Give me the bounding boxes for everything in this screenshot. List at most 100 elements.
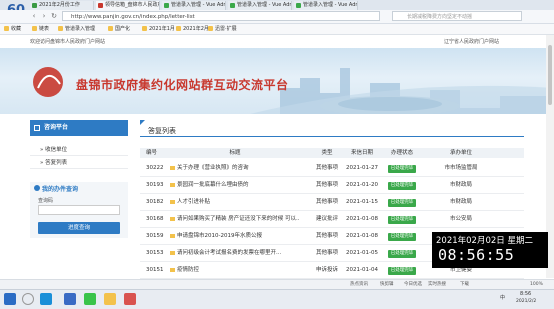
tab-label: 2021年2月份工作 bbox=[39, 2, 80, 8]
table-row[interactable]: 30193 景园润一批底幕什么埋由债的 其他事项 2021-01-20 已处理完毕 市财政… bbox=[140, 177, 524, 194]
browser-status-bar: 热点资讯 快剪辑 今日优选 实时热搜 下载 100% bbox=[0, 279, 554, 289]
tab-favicon-icon bbox=[98, 3, 103, 8]
row-type: 建议批评 bbox=[315, 216, 338, 222]
start-icon[interactable] bbox=[4, 293, 16, 305]
col-date: 来信日期 bbox=[350, 150, 373, 156]
row-title-link[interactable]: 人才引进补贴 bbox=[170, 194, 300, 210]
browser-icon[interactable] bbox=[124, 293, 136, 305]
col-type: 类型 bbox=[321, 150, 333, 156]
clock-overlay: 2021年02月02日 星期二 08:56:55 bbox=[432, 232, 548, 268]
browser-tab[interactable]: 管道录入管理 - Vue Admin bbox=[228, 1, 292, 10]
row-title-link[interactable]: 疫情防控 bbox=[170, 262, 300, 278]
mail-icon bbox=[170, 200, 175, 204]
row-title-link[interactable]: 景园润一批底幕什么埋由债的 bbox=[170, 177, 300, 193]
tab-favicon-icon bbox=[164, 3, 169, 8]
reply-list-title: 答复列表 bbox=[140, 120, 524, 137]
folder-icon bbox=[4, 26, 9, 31]
forward-icon[interactable]: › bbox=[40, 12, 48, 20]
row-type: 其他事项 bbox=[315, 250, 338, 256]
chat-icon bbox=[34, 125, 40, 131]
search-input[interactable]: 长期减税降费方向坚定不动摇 bbox=[392, 11, 522, 21]
tray-lang[interactable]: 中 bbox=[500, 294, 505, 301]
sidebar-item-replies[interactable]: » 答复列表 bbox=[30, 157, 128, 169]
folder-icon[interactable] bbox=[104, 293, 116, 305]
row-title-link[interactable]: 关于办理《营业执照》的咨询 bbox=[170, 160, 300, 176]
row-type: 其他事项 bbox=[315, 182, 338, 188]
search-icon[interactable] bbox=[22, 293, 34, 305]
status-item[interactable]: 今日优选 bbox=[404, 281, 422, 288]
status-item[interactable]: 热点资讯 bbox=[350, 281, 368, 288]
browser-tab[interactable]: 2021年2月份工作 bbox=[30, 1, 94, 10]
sidebar-item-recipients[interactable]: » 收信单位 bbox=[30, 144, 128, 156]
progress-query-button[interactable]: 进度查询 bbox=[38, 222, 120, 234]
row-status-badge: 已处理完毕 bbox=[384, 194, 420, 210]
table-row[interactable]: 30222 关于办理《营业执照》的咨询 其他事项 2021-01-27 已处理完毕 市市场… bbox=[140, 160, 524, 177]
col-unit: 承办单位 bbox=[449, 150, 472, 156]
bookmark-item[interactable]: 迅雷·扩展 bbox=[208, 25, 237, 33]
browser-tab[interactable]: 管道录入管理 - Vue Admin bbox=[162, 1, 226, 10]
status-item[interactable]: 下载 bbox=[460, 281, 469, 288]
row-status-badge: 已处理完毕 bbox=[384, 177, 420, 193]
url-input[interactable]: http://www.panjin.gov.cn/index.php/lette… bbox=[62, 11, 380, 21]
taskbar: 中 8:56 2021/2/2 bbox=[0, 289, 554, 309]
bookmark-item[interactable]: 链表 bbox=[32, 25, 49, 33]
table-row[interactable]: 30182 人才引进补贴 其他事项 2021-01-15 已处理完毕 市财政局 bbox=[140, 194, 524, 211]
bookmark-item[interactable]: 2021年2月 bbox=[176, 25, 209, 33]
row-title-link[interactable]: 请问初级会计考试报名费的发票在哪里开... bbox=[170, 245, 300, 261]
folder-icon bbox=[58, 26, 63, 31]
tab-favicon-icon bbox=[296, 3, 301, 8]
row-date: 2021-01-20 bbox=[346, 182, 378, 188]
row-date: 2021-01-08 bbox=[346, 233, 378, 239]
row-status-badge: 已处理完毕 bbox=[384, 262, 420, 278]
row-status-badge: 已处理完毕 bbox=[384, 245, 420, 261]
sidebar-header: 咨询平台 bbox=[30, 120, 128, 136]
clock-time: 08:56:55 bbox=[438, 246, 515, 264]
row-unit: 市公安局 bbox=[449, 216, 472, 222]
bookmark-item[interactable]: 收藏 bbox=[4, 25, 21, 33]
bookmark-item[interactable]: 管道录入管理 bbox=[58, 25, 95, 33]
mail-icon bbox=[170, 183, 175, 187]
status-item[interactable]: 100% bbox=[530, 281, 543, 288]
mail-icon bbox=[170, 234, 175, 238]
address-bar: ‹ › ↻ http://www.panjin.gov.cn/index.php… bbox=[0, 10, 554, 24]
wechat-icon[interactable] bbox=[84, 293, 96, 305]
folder-icon bbox=[176, 26, 181, 31]
back-icon[interactable]: ‹ bbox=[30, 12, 38, 20]
tab-label: 管道录入管理 - Vue Admin bbox=[303, 2, 357, 8]
row-date: 2021-01-05 bbox=[346, 250, 378, 256]
tray-time[interactable]: 8:56 bbox=[520, 291, 531, 297]
tab-label: 管道录入管理 - Vue Admin bbox=[237, 2, 291, 8]
site-banner: 盘锦市政府集约化网站群互动交流平台 bbox=[0, 48, 554, 114]
table-row[interactable]: 30168 请问如果购买了精装 房产证还没下来的时候 可以... 建议批评 2021-… bbox=[140, 211, 524, 228]
status-item[interactable]: 快剪辑 bbox=[380, 281, 394, 288]
query-code-input[interactable] bbox=[38, 205, 120, 215]
row-status-badge: 已处理完毕 bbox=[384, 160, 420, 176]
browser-tab[interactable]: 领导信箱_盘锦市人民政府 bbox=[96, 1, 160, 10]
browser-tab[interactable]: 管道录入管理 - Vue Admin bbox=[294, 1, 358, 10]
city-logo-icon bbox=[33, 67, 63, 97]
edge-icon[interactable] bbox=[40, 293, 52, 305]
mail-icon bbox=[170, 217, 175, 221]
banner-title: 盘锦市政府集约化网站群互动交流平台 bbox=[76, 78, 289, 92]
bookmark-item[interactable]: 2021年1月 bbox=[142, 25, 175, 33]
tray-date[interactable]: 2021/2/2 bbox=[516, 299, 536, 304]
row-type: 其他事项 bbox=[315, 233, 338, 239]
row-date: 2021-01-27 bbox=[346, 165, 378, 171]
scrollbar-thumb[interactable] bbox=[548, 45, 552, 105]
case-query-title: 我的办件查询 bbox=[34, 184, 78, 193]
folder-icon bbox=[208, 26, 213, 31]
refresh-icon[interactable]: ↻ bbox=[50, 12, 58, 20]
row-title-link[interactable]: 申请盘锦市2010-2019年水质公报 bbox=[170, 228, 300, 244]
province-link[interactable]: 辽宁省人民政府门户网站 bbox=[436, 38, 499, 45]
row-unit: 市财政局 bbox=[449, 199, 472, 205]
row-date: 2021-01-08 bbox=[346, 216, 378, 222]
status-item[interactable]: 实时热搜 bbox=[428, 281, 446, 288]
bookmark-item[interactable]: 国产化 bbox=[108, 25, 130, 33]
row-title-link[interactable]: 请问如果购买了精装 房产证还没下来的时候 可以... bbox=[170, 211, 300, 227]
folder-icon bbox=[32, 26, 37, 31]
table-header: 编号 标题 类型 来信日期 办理状态 承办单位 bbox=[140, 148, 524, 158]
col-title: 标题 bbox=[229, 150, 241, 156]
row-unit: 市财政局 bbox=[449, 182, 472, 188]
welcome-text: 欢迎访问盘锦市人民政府门户网站 bbox=[30, 39, 106, 45]
app-icon[interactable] bbox=[64, 293, 76, 305]
